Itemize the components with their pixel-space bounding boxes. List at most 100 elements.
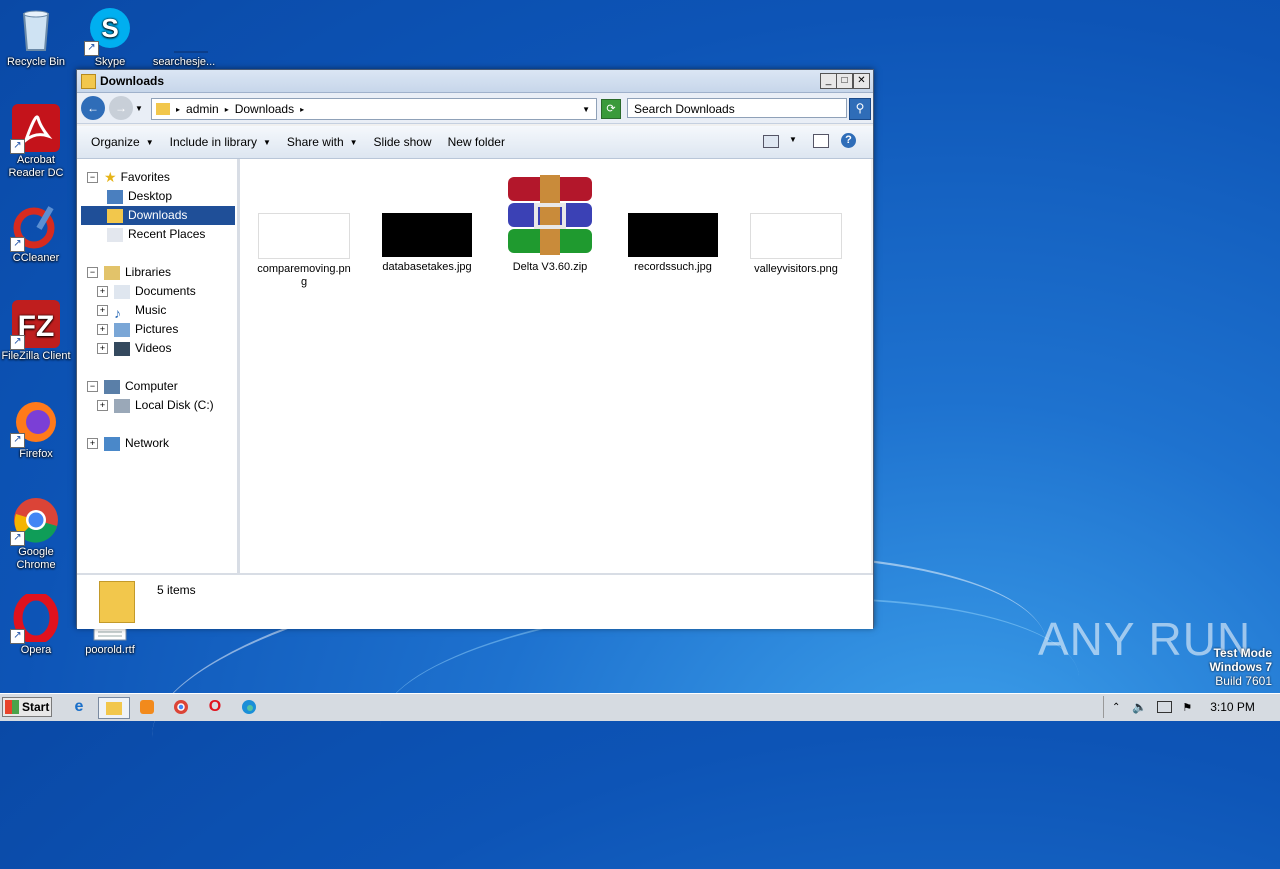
windows-build-watermark: Test Mode Windows 7 Build 7601 — [1209, 646, 1272, 688]
file-item[interactable]: comparemoving.pn g — [254, 213, 354, 289]
image-thumbnail — [382, 213, 472, 257]
back-button[interactable]: ← — [81, 96, 105, 120]
desktop-icon-opera[interactable]: ↗ Opera — [0, 591, 72, 657]
nav-label: Libraries — [125, 265, 172, 279]
expand-icon[interactable]: + — [97, 324, 108, 335]
action-center-flag-icon[interactable]: ⚑ — [1182, 701, 1192, 714]
file-item[interactable]: recordssuch.jpg — [623, 213, 723, 274]
breadcrumb-admin[interactable]: admin — [186, 102, 219, 116]
minimize-button[interactable]: _ — [820, 73, 837, 89]
search-input[interactable]: Search Downloads — [627, 98, 847, 118]
desktop-icon-filezilla[interactable]: FZ ↗ FileZilla Client — [0, 300, 72, 363]
nav-label: Network — [125, 436, 170, 450]
command-bar: Organize ▼ Include in library ▼ Share with… — [77, 126, 873, 159]
folder-icon — [81, 73, 96, 89]
details-pane: 5 items — [77, 573, 873, 629]
desktop-icon-acrobat[interactable]: ↗ Acrobat Reader DC — [0, 104, 72, 180]
collapse-icon[interactable]: − — [87, 381, 98, 392]
search-button[interactable]: ⚲ — [849, 98, 871, 120]
network-tray-icon[interactable] — [1157, 701, 1173, 713]
svg-text:S: S — [101, 13, 118, 43]
volume-icon[interactable]: 🔈 — [1132, 700, 1147, 714]
collapse-icon[interactable]: − — [87, 267, 98, 278]
expand-icon[interactable]: + — [97, 286, 108, 297]
file-item[interactable]: databasetakes.jpg — [377, 213, 477, 274]
desktop-icon-chrome[interactable]: ↗ Google Chrome — [0, 496, 72, 572]
refresh-button[interactable]: ⟳ — [601, 99, 621, 119]
desktop-icon-skype[interactable]: S ↗ Skype — [74, 6, 146, 69]
explorer-window: Downloads _ □ ✕ ← → ▼ ▸ admin ▸ Download… — [76, 69, 874, 629]
nav-documents[interactable]: + Documents — [97, 282, 196, 301]
expand-icon[interactable]: + — [97, 305, 108, 316]
shortcut-arrow-icon: ↗ — [84, 41, 99, 56]
acrobat-icon: ↗ — [10, 104, 60, 154]
nav-recent-places[interactable]: Recent Places — [107, 225, 205, 244]
opera-icon: ↗ — [10, 591, 60, 645]
new-folder-button[interactable]: New folder — [440, 129, 513, 155]
navigation-pane: − ★ Favorites Desktop Downloads Recent Pla… — [77, 159, 240, 573]
organize-button[interactable]: Organize ▼ — [83, 129, 162, 155]
start-button[interactable]: Start — [2, 697, 52, 717]
title-bar[interactable]: Downloads — [77, 70, 873, 93]
edge-taskbar-icon[interactable] — [238, 697, 260, 717]
nav-downloads[interactable]: Downloads — [81, 206, 235, 225]
shortcut-arrow-icon: ↗ — [10, 629, 25, 644]
nav-local-disk[interactable]: + Local Disk (C:) — [97, 396, 214, 415]
media-player-icon[interactable] — [136, 697, 158, 717]
address-dropdown-icon[interactable]: ▼ — [582, 105, 590, 114]
forward-button[interactable]: → — [109, 96, 133, 120]
desktop-icon-firefox[interactable]: ↗ Firefox — [0, 398, 72, 461]
help-icon[interactable]: ? — [841, 133, 856, 148]
desktop-icon-searchesje[interactable]: searchesje... — [148, 6, 221, 69]
show-hidden-icons-icon[interactable]: ⌃ — [1112, 702, 1120, 713]
chrome-icon: ↗ — [10, 496, 60, 546]
internet-explorer-icon[interactable]: e — [68, 697, 90, 717]
watermark-line: Windows 7 — [1209, 660, 1272, 674]
newfolder-label: New folder — [447, 135, 505, 149]
desktop-icon-label: Recycle Bin — [6, 56, 66, 68]
nav-libraries[interactable]: − Libraries — [87, 263, 171, 282]
chevron-right-icon[interactable]: ▸ — [176, 105, 180, 114]
explorer-taskbar-button[interactable] — [98, 697, 130, 719]
address-box[interactable]: ▸ admin ▸ Downloads ▸ ▼ — [151, 98, 597, 120]
collapse-icon[interactable]: − — [87, 172, 98, 183]
desktop-icon-label: Firefox — [19, 448, 53, 460]
preview-pane-icon[interactable] — [813, 134, 829, 148]
clock[interactable]: 3:10 PM — [1210, 700, 1255, 714]
nav-favorites[interactable]: − ★ Favorites — [87, 168, 170, 187]
image-thumbnail — [628, 213, 718, 257]
maximize-button[interactable]: □ — [836, 73, 853, 89]
shortcut-arrow-icon: ↗ — [10, 335, 25, 350]
opera-taskbar-icon[interactable]: O — [204, 697, 226, 717]
chevron-right-icon[interactable]: ▸ — [300, 105, 304, 114]
desktop-icon-recycle-bin[interactable]: Recycle Bin — [0, 6, 72, 69]
share-with-button[interactable]: Share with ▼ — [279, 129, 366, 155]
nav-computer[interactable]: − Computer — [87, 377, 178, 396]
breadcrumb-downloads[interactable]: Downloads — [235, 102, 294, 116]
chevron-right-icon[interactable]: ▸ — [225, 105, 229, 114]
close-button[interactable]: ✕ — [853, 73, 870, 89]
desktop-icon-ccleaner[interactable]: ↗ CCleaner — [0, 202, 72, 265]
nav-videos[interactable]: + Videos — [97, 339, 171, 358]
change-view-icon[interactable] — [763, 135, 779, 148]
nav-desktop[interactable]: Desktop — [107, 187, 235, 206]
expand-icon[interactable]: + — [97, 400, 108, 411]
slide-show-button[interactable]: Slide show — [366, 129, 440, 155]
downloads-folder-icon — [99, 581, 135, 623]
expand-icon[interactable]: + — [87, 438, 98, 449]
nav-label: Pictures — [135, 322, 179, 336]
nav-pictures[interactable]: + Pictures — [97, 320, 178, 339]
view-options-chevron-icon[interactable]: ▼ — [789, 135, 797, 144]
recent-pages-chevron-icon[interactable]: ▼ — [135, 104, 143, 113]
shortcut-arrow-icon: ↗ — [10, 139, 25, 154]
include-in-library-button[interactable]: Include in library ▼ — [162, 129, 279, 155]
file-item[interactable]: valleyvisitors.png — [746, 213, 846, 276]
desktop-icon — [107, 189, 123, 204]
chrome-taskbar-icon[interactable] — [170, 697, 192, 717]
file-item[interactable]: Delta V3.60.zip — [500, 173, 600, 274]
expand-icon[interactable]: + — [97, 343, 108, 354]
nav-network[interactable]: + Network — [87, 434, 169, 453]
watermark-line: Build 7601 — [1215, 674, 1272, 688]
downloads-folder-icon — [156, 103, 170, 115]
nav-music[interactable]: + ♪ Music — [97, 301, 166, 321]
